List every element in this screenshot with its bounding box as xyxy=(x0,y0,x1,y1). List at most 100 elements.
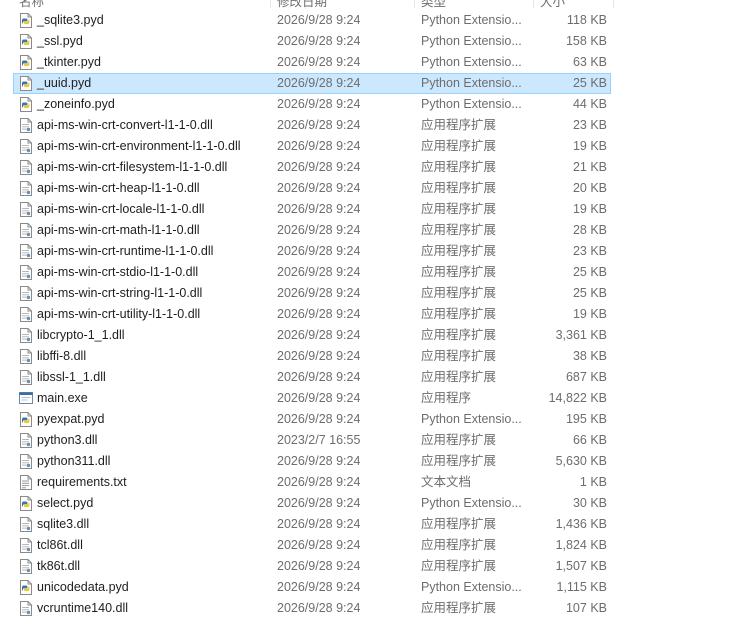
file-row[interactable]: api-ms-win-crt-string-l1-1-0.dll 2026/9/2… xyxy=(0,283,742,304)
file-row[interactable]: tcl86t.dll 2026/9/28 9:24 应用程序扩展 1,824 KB xyxy=(0,535,742,556)
file-row[interactable]: main.exe 2026/9/28 9:24 应用程序 14,822 KB xyxy=(0,388,742,409)
file-row[interactable]: api-ms-win-crt-stdio-l1-1-0.dll 2026/9/28… xyxy=(0,262,742,283)
dll-file-icon xyxy=(19,433,33,448)
file-date: 2026/9/28 9:24 xyxy=(277,370,361,384)
file-row[interactable]: python3.dll 2023/2/7 16:55 应用程序扩展 66 KB xyxy=(0,430,742,451)
python-file-icon xyxy=(19,580,33,595)
file-name: tcl86t.dll xyxy=(37,538,83,552)
file-row[interactable]: api-ms-win-crt-filesystem-l1-1-0.dll 2026… xyxy=(0,157,742,178)
column-divider[interactable] xyxy=(533,0,534,8)
exe-file-icon xyxy=(19,391,33,406)
file-size: 1,115 KB xyxy=(556,580,607,594)
column-header-type[interactable]: 类型 xyxy=(421,0,446,8)
file-row[interactable]: python311.dll 2026/9/28 9:24 应用程序扩展 5,630 K… xyxy=(0,451,742,472)
file-date: 2026/9/28 9:24 xyxy=(277,559,361,573)
dll-file-icon xyxy=(19,517,33,532)
file-row[interactable]: _uuid.pyd 2026/9/28 9:24 Python Extensio..… xyxy=(0,73,742,94)
file-date: 2026/9/28 9:24 xyxy=(277,538,361,552)
file-name: vcruntime140.dll xyxy=(37,601,129,615)
python-file-icon xyxy=(19,13,33,28)
dll-file-icon xyxy=(19,139,33,154)
python-file-icon xyxy=(19,34,33,49)
dll-file-icon xyxy=(19,118,33,133)
file-size: 118 KB xyxy=(566,13,607,27)
column-header-date[interactable]: 修改日期 xyxy=(277,0,327,8)
file-row[interactable]: _tkinter.pyd 2026/9/28 9:24 Python Extensi… xyxy=(0,52,742,73)
file-name: api-ms-win-crt-math-l1-1-0.dll xyxy=(37,223,200,237)
file-row[interactable]: tk86t.dll 2026/9/28 9:24 应用程序扩展 1,507 KB xyxy=(0,556,742,577)
file-type: 文本文档 xyxy=(421,475,472,489)
file-type: 应用程序扩展 xyxy=(421,118,497,132)
file-type: 应用程序扩展 xyxy=(421,286,497,300)
file-type: 应用程序扩展 xyxy=(421,181,497,195)
file-type: 应用程序扩展 xyxy=(421,160,497,174)
file-row[interactable]: api-ms-win-crt-heap-l1-1-0.dll 2026/9/28 … xyxy=(0,178,742,199)
file-size: 66 KB xyxy=(572,433,607,447)
file-name: libcrypto-1_1.dll xyxy=(37,328,125,342)
file-row[interactable]: api-ms-win-crt-convert-l1-1-0.dll 2026/9/… xyxy=(0,115,742,136)
file-size: 21 KB xyxy=(572,160,607,174)
dll-file-icon xyxy=(19,160,33,175)
file-row[interactable]: sqlite3.dll 2026/9/28 9:24 应用程序扩展 1,436 KB xyxy=(0,514,742,535)
file-date: 2023/2/7 16:55 xyxy=(277,433,361,447)
file-type: Python Extensio... xyxy=(421,34,522,48)
file-name: api-ms-win-crt-locale-l1-1-0.dll xyxy=(37,202,205,216)
file-date: 2026/9/28 9:24 xyxy=(277,34,361,48)
column-divider[interactable] xyxy=(414,0,415,8)
dll-file-icon xyxy=(19,328,33,343)
file-name: libffi-8.dll xyxy=(37,349,87,363)
file-size: 687 KB xyxy=(565,370,607,384)
python-file-icon xyxy=(19,496,33,511)
file-date: 2026/9/28 9:24 xyxy=(277,160,361,174)
file-name: api-ms-win-crt-filesystem-l1-1-0.dll xyxy=(37,160,228,174)
column-header-name[interactable]: 名称 xyxy=(19,0,44,8)
file-date: 2026/9/28 9:24 xyxy=(277,76,361,90)
file-date: 2026/9/28 9:24 xyxy=(277,244,361,258)
file-type: 应用程序 xyxy=(421,391,472,405)
dll-file-icon xyxy=(19,223,33,238)
file-size: 63 KB xyxy=(572,55,607,69)
file-type: 应用程序扩展 xyxy=(421,517,497,531)
file-row[interactable]: pyexpat.pyd 2026/9/28 9:24 Python Extensio… xyxy=(0,409,742,430)
dll-file-icon xyxy=(19,349,33,364)
file-name: sqlite3.dll xyxy=(37,517,90,531)
text-file-icon xyxy=(19,475,33,490)
file-row[interactable]: _ssl.pyd 2026/9/28 9:24 Python Extensio...… xyxy=(0,31,742,52)
column-divider[interactable] xyxy=(270,0,271,8)
file-row[interactable]: libffi-8.dll 2026/9/28 9:24 应用程序扩展 38 KB xyxy=(0,346,742,367)
file-size: 1,436 KB xyxy=(555,517,607,531)
file-row[interactable]: select.pyd 2026/9/28 9:24 Python Extensio.… xyxy=(0,493,742,514)
dll-file-icon xyxy=(19,265,33,280)
file-type: 应用程序扩展 xyxy=(421,139,497,153)
file-date: 2026/9/28 9:24 xyxy=(277,580,361,594)
file-row[interactable]: api-ms-win-crt-utility-l1-1-0.dll 2026/9/… xyxy=(0,304,742,325)
file-date: 2026/9/28 9:24 xyxy=(277,496,361,510)
file-row[interactable]: requirements.txt 2026/9/28 9:24 文本文档 1 KB xyxy=(0,472,742,493)
file-row[interactable]: libcrypto-1_1.dll 2026/9/28 9:24 应用程序扩展 3,3… xyxy=(0,325,742,346)
file-date: 2026/9/28 9:24 xyxy=(277,601,361,615)
file-type: 应用程序扩展 xyxy=(421,559,497,573)
file-row[interactable]: _sqlite3.pyd 2026/9/28 9:24 Python Extensi… xyxy=(0,10,742,31)
file-row[interactable]: libssl-1_1.dll 2026/9/28 9:24 应用程序扩展 687 KB xyxy=(0,367,742,388)
column-divider[interactable] xyxy=(613,0,614,8)
python-file-icon xyxy=(19,76,33,91)
file-row[interactable]: _zoneinfo.pyd 2026/9/28 9:24 Python Extens… xyxy=(0,94,742,115)
file-name: _zoneinfo.pyd xyxy=(37,97,115,111)
file-row[interactable]: api-ms-win-crt-locale-l1-1-0.dll 2026/9/2… xyxy=(0,199,742,220)
file-size: 19 KB xyxy=(572,139,607,153)
file-row[interactable]: api-ms-win-crt-runtime-l1-1-0.dll 2026/9/… xyxy=(0,241,742,262)
dll-file-icon xyxy=(19,601,33,616)
python-file-icon xyxy=(19,412,33,427)
file-type: 应用程序扩展 xyxy=(421,244,497,258)
file-row[interactable]: api-ms-win-crt-math-l1-1-0.dll 2026/9/28 … xyxy=(0,220,742,241)
python-file-icon xyxy=(19,55,33,70)
column-header-size[interactable]: 大小 xyxy=(540,0,565,8)
file-row[interactable]: vcruntime140.dll 2026/9/28 9:24 应用程序扩展 107 … xyxy=(0,598,742,619)
file-size: 1 KB xyxy=(579,475,607,489)
file-type: 应用程序扩展 xyxy=(421,601,497,615)
file-row[interactable]: api-ms-win-crt-environment-l1-1-0.dll 202… xyxy=(0,136,742,157)
dll-file-icon xyxy=(19,370,33,385)
file-row[interactable]: unicodedata.pyd 2026/9/28 9:24 Python Exte… xyxy=(0,577,742,598)
file-type: 应用程序扩展 xyxy=(421,265,497,279)
file-type: 应用程序扩展 xyxy=(421,538,497,552)
